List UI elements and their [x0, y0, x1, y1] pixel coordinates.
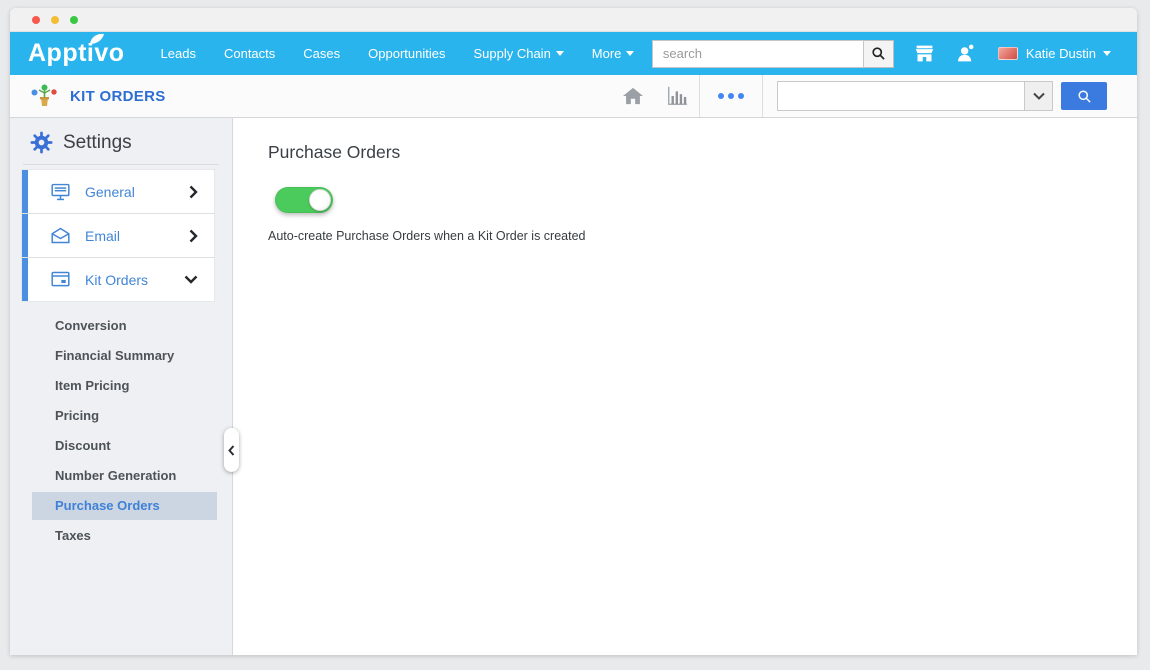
- global-search-input[interactable]: [652, 40, 864, 68]
- chevron-down-icon: [1033, 92, 1045, 100]
- kit-orders-app-icon: [30, 83, 58, 109]
- sidebar-collapse-handle[interactable]: [224, 428, 239, 472]
- settings-header: Settings: [10, 118, 232, 154]
- toggle-knob: [309, 189, 331, 211]
- monitor-icon: [50, 182, 71, 202]
- apptivo-logo[interactable]: Apptivo: [28, 39, 125, 68]
- auto-create-po-toggle[interactable]: [275, 187, 333, 213]
- search-icon: [1077, 89, 1092, 104]
- user-avatar[interactable]: [998, 47, 1018, 60]
- section-kit-orders[interactable]: Kit Orders: [22, 258, 214, 301]
- nav-item-cases[interactable]: Cases: [289, 40, 354, 67]
- chevron-left-icon: [228, 445, 235, 456]
- chevron-down-icon[interactable]: [1103, 51, 1111, 56]
- settings-title: Settings: [63, 132, 132, 154]
- user-menu[interactable]: Katie Dustin: [1026, 46, 1096, 61]
- panel-title: Purchase Orders: [268, 142, 1137, 163]
- app-search-input[interactable]: [777, 81, 1025, 111]
- reports-button[interactable]: [655, 75, 699, 117]
- ellipsis-icon: [718, 93, 724, 99]
- chevron-down-icon: [184, 275, 198, 284]
- submenu-item-number-generation[interactable]: Number Generation: [10, 461, 232, 491]
- settings-accordion: General Email: [10, 170, 232, 301]
- submenu-item-item-pricing[interactable]: Item Pricing: [10, 371, 232, 401]
- main-menu: Leads Contacts Cases Opportunities Suppl…: [147, 40, 649, 67]
- content-area: Settings General: [10, 118, 1137, 655]
- navbar-right: Katie Dustin: [652, 40, 1111, 68]
- traffic-light-zoom[interactable]: [70, 16, 78, 24]
- browser-titlebar: [10, 8, 1137, 32]
- kit-orders-submenu: Conversion Financial Summary Item Pricin…: [10, 311, 232, 551]
- active-bar: [22, 258, 28, 301]
- submenu-item-discount[interactable]: Discount: [10, 431, 232, 461]
- chevron-right-icon: [189, 185, 198, 199]
- envelope-icon: [50, 226, 71, 245]
- bar-chart-icon: [665, 85, 689, 107]
- nav-item-contacts[interactable]: Contacts: [210, 40, 289, 67]
- apptivo-logo-text: Apptivo: [28, 39, 125, 67]
- section-email[interactable]: Email: [22, 214, 214, 257]
- user-notification-icon[interactable]: [955, 43, 976, 64]
- top-navbar: Apptivo Leads Contacts Cases Opportuniti…: [10, 32, 1137, 75]
- section-general[interactable]: General: [22, 170, 214, 213]
- home-button[interactable]: [611, 75, 655, 117]
- home-icon: [622, 86, 644, 106]
- chevron-right-icon: [189, 229, 198, 243]
- nav-item-more[interactable]: More: [578, 40, 649, 67]
- gear-icon: [30, 131, 53, 154]
- chevron-down-icon: [626, 51, 634, 56]
- page-title: KIT ORDERS: [70, 88, 166, 105]
- settings-sidebar: Settings General: [10, 118, 233, 655]
- submenu-item-purchase-orders[interactable]: Purchase Orders: [32, 492, 217, 520]
- global-search-button[interactable]: [864, 40, 894, 68]
- divider: [762, 75, 763, 117]
- more-options-button[interactable]: [700, 75, 762, 117]
- app-search-button[interactable]: [1061, 82, 1107, 110]
- traffic-light-close[interactable]: [32, 16, 40, 24]
- app-title-group: KIT ORDERS: [30, 83, 166, 109]
- search-category-dropdown[interactable]: [1025, 81, 1053, 111]
- submenu-item-financial-summary[interactable]: Financial Summary: [10, 341, 232, 371]
- toggle-label: Auto-create Purchase Orders when a Kit O…: [268, 229, 1137, 243]
- chevron-down-icon: [556, 51, 564, 56]
- leaf-icon: [89, 33, 105, 45]
- active-bar: [22, 214, 28, 257]
- divider: [23, 164, 219, 165]
- settings-panel: Purchase Orders Auto-create Purchase Ord…: [233, 118, 1137, 655]
- app-store-icon[interactable]: [914, 43, 935, 64]
- app-header-tools: [611, 75, 1107, 117]
- nav-item-opportunities[interactable]: Opportunities: [354, 40, 459, 67]
- active-bar: [22, 170, 28, 213]
- app-header: KIT ORDERS: [10, 75, 1137, 118]
- traffic-light-minimize[interactable]: [51, 16, 59, 24]
- submenu-item-pricing[interactable]: Pricing: [10, 401, 232, 431]
- submenu-item-conversion[interactable]: Conversion: [10, 311, 232, 341]
- nav-item-leads[interactable]: Leads: [147, 40, 210, 67]
- browser-window: Apptivo Leads Contacts Cases Opportuniti…: [10, 8, 1137, 655]
- app-window-icon: [50, 270, 71, 289]
- submenu-item-taxes[interactable]: Taxes: [10, 521, 232, 551]
- search-icon: [871, 46, 886, 61]
- nav-item-supply-chain[interactable]: Supply Chain: [459, 40, 577, 67]
